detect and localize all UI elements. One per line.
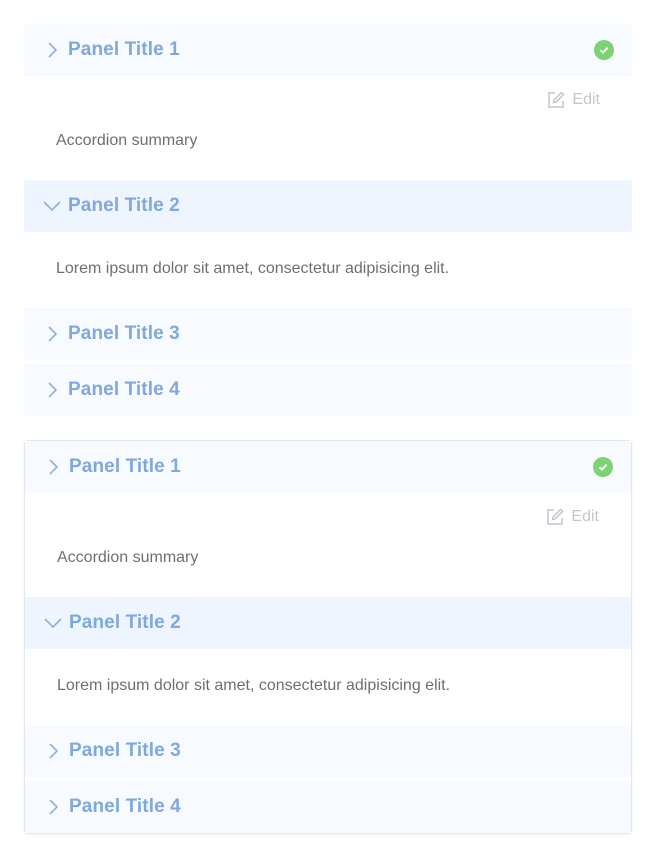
panel-title: Panel Title 1 xyxy=(69,456,181,477)
chevron-right-icon xyxy=(48,42,58,58)
accordion-card: Panel Title 1 Edit Accordion summary Pan… xyxy=(24,440,632,834)
panel-title: Panel Title 3 xyxy=(68,323,180,344)
panel-summary-text: Accordion summary xyxy=(57,549,199,566)
panel-body-2: Lorem ipsum dolor sit amet, consectetur … xyxy=(25,649,631,725)
panel-title: Panel Title 3 xyxy=(69,740,181,761)
panel-summary-text: Accordion summary xyxy=(56,132,198,149)
edit-button[interactable]: Edit xyxy=(546,90,600,110)
panel-content-text: Lorem ipsum dolor sit amet, consectetur … xyxy=(56,260,450,277)
panel-title: Panel Title 2 xyxy=(68,195,180,216)
panel-body-2: Lorem ipsum dolor sit amet, consectetur … xyxy=(24,232,632,308)
chevron-right-icon xyxy=(49,799,59,815)
panel-title: Panel Title 1 xyxy=(68,39,180,60)
chevron-right-icon xyxy=(48,382,58,398)
check-icon xyxy=(593,457,613,477)
accordion-flat: Panel Title 1 Edit Accordion summary Pan… xyxy=(24,24,632,416)
panel-header-4[interactable]: Panel Title 4 xyxy=(24,364,632,416)
edit-button[interactable]: Edit xyxy=(545,507,599,527)
panel-title: Panel Title 4 xyxy=(69,796,181,817)
status-success xyxy=(593,457,613,477)
chevron-right-icon xyxy=(48,326,58,342)
chevron-down-icon xyxy=(43,201,61,212)
edit-label: Edit xyxy=(572,91,600,108)
panel-header-2[interactable]: Panel Title 2 xyxy=(25,597,631,649)
check-icon xyxy=(594,40,614,60)
panel-header-3[interactable]: Panel Title 3 xyxy=(24,308,632,360)
panel-body-1: Edit Accordion summary xyxy=(24,76,632,180)
chevron-down-icon xyxy=(44,618,62,629)
chevron-right-icon xyxy=(49,743,59,759)
panel-title: Panel Title 2 xyxy=(69,612,181,633)
panel-header-1[interactable]: Panel Title 1 xyxy=(25,441,631,493)
edit-icon xyxy=(547,508,564,525)
panel-header-4[interactable]: Panel Title 4 xyxy=(25,781,631,833)
chevron-right-icon xyxy=(49,459,59,475)
panel-header-2[interactable]: Panel Title 2 xyxy=(24,180,632,232)
panel-body-1: Edit Accordion summary xyxy=(25,493,631,597)
panel-content-text: Lorem ipsum dolor sit amet, consectetur … xyxy=(57,677,451,694)
status-success xyxy=(594,40,614,60)
panel-title: Panel Title 4 xyxy=(68,379,180,400)
edit-icon xyxy=(548,91,565,108)
panel-header-3[interactable]: Panel Title 3 xyxy=(25,725,631,777)
edit-label: Edit xyxy=(571,508,599,525)
panel-header-1[interactable]: Panel Title 1 xyxy=(24,24,632,76)
